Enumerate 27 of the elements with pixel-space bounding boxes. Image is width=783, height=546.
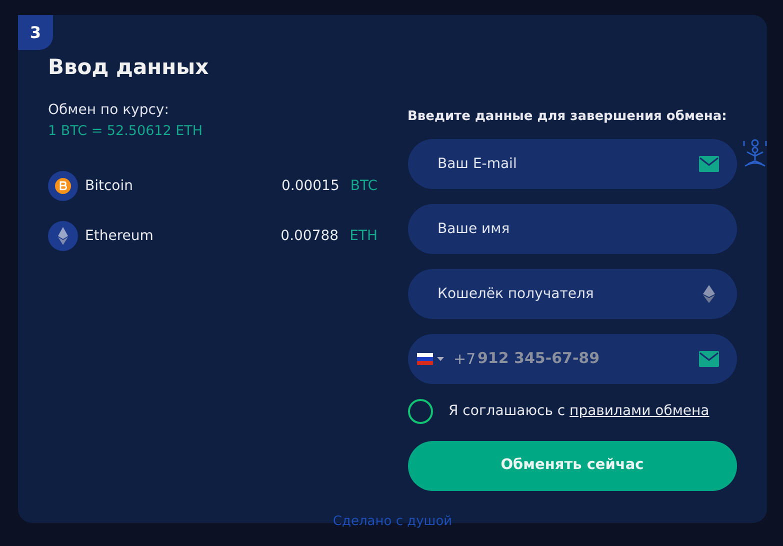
russia-flag-icon — [416, 352, 432, 364]
currency-amount: 0.00015 — [281, 176, 340, 196]
input-field[interactable]: Ваше имя — [408, 204, 737, 254]
phone-prefix: +7 — [454, 348, 476, 370]
currency-unit: BTC — [350, 176, 378, 196]
input-field[interactable]: Ваш E-mail — [408, 138, 737, 188]
form-heading: Введите данные для завершения обмена: — [408, 108, 728, 126]
mail-icon — [699, 350, 719, 366]
currency-name: Bitcoin — [85, 176, 134, 196]
country-select[interactable] — [416, 352, 444, 364]
step-badge: 3 — [18, 15, 53, 50]
input-field[interactable]: Кошелёк получателя — [408, 268, 737, 318]
currency-name: Ethereum — [85, 226, 154, 246]
agree-checkbox[interactable] — [408, 398, 432, 424]
section-title: Ввод данных — [48, 55, 210, 80]
rate-value: 1 BTC = 52.50612 ETH — [48, 122, 204, 142]
ethereum-icon — [48, 221, 78, 252]
currency-unit: ETH — [350, 226, 378, 246]
rate-label: Обмен по курсу: — [48, 101, 170, 120]
ethereum-icon — [703, 284, 715, 302]
caret-icon — [436, 356, 444, 360]
currency-amount: 0.00788 — [280, 226, 339, 246]
rules-link[interactable]: правилами обмена — [570, 402, 710, 418]
bitcoin-icon — [48, 171, 78, 202]
footer-text: Сделано с душой — [332, 514, 452, 529]
mail-icon — [699, 156, 719, 172]
agree-text: Я соглашаюсь с правилами обмена — [448, 402, 710, 420]
